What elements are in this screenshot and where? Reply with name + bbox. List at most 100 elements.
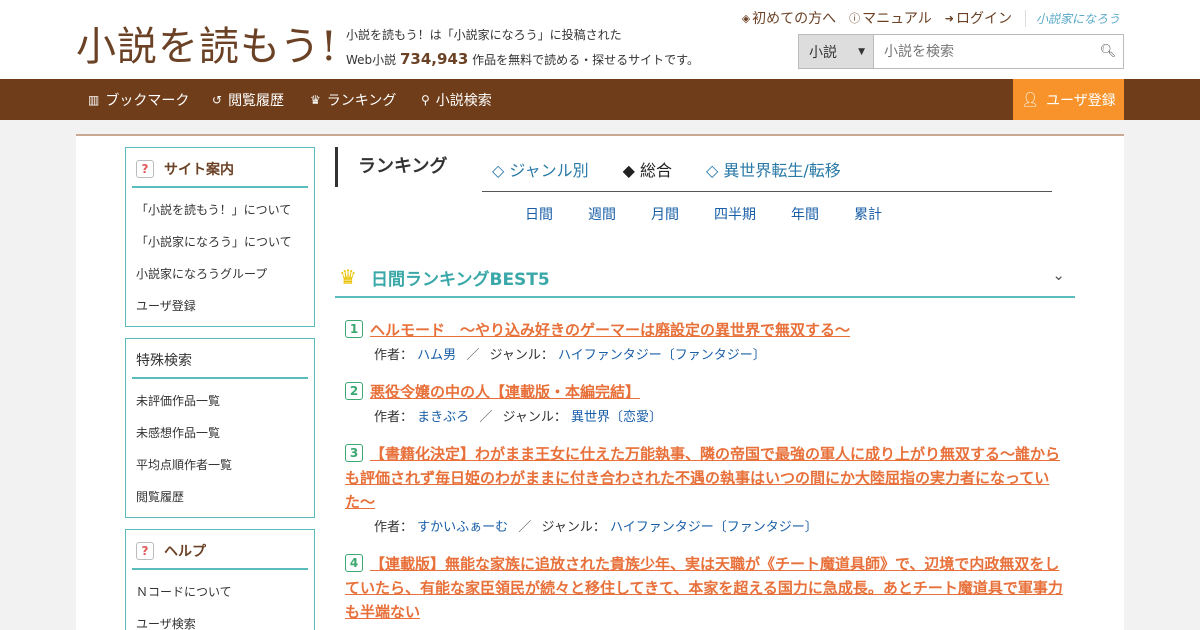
best5-title: 日間ランキングBEST5	[371, 269, 550, 290]
period-daily[interactable]: 日間	[525, 204, 553, 224]
author-link[interactable]: すかいふぁーむ	[417, 520, 508, 535]
site-guide-title-text: サイト案内	[164, 162, 234, 178]
main-nav: ▥ ブックマーク ↺ 閲覧履歴 ♛ ランキング ⚲ 小説検索 👤︎ ユーザ登録	[0, 79, 1200, 120]
tagline-line-2: Web小説 734,943 作品を無料で読める・探せるサイトです。	[346, 47, 699, 72]
nav-ranking-label: ランキング	[326, 92, 397, 109]
history-icon: ↺	[212, 92, 223, 107]
period-yearly[interactable]: 年間	[791, 204, 819, 224]
genre-label: ジャンル：	[541, 520, 606, 535]
rank-badge: 2	[345, 381, 363, 400]
chevron-down-icon[interactable]: ⌄	[1052, 266, 1065, 284]
user-icon: 👤︎	[1021, 91, 1040, 108]
top-links: ◈ 初めての方へ ⓘ マニュアル ➜ ログイン 小説家になろう	[742, 8, 1120, 28]
special-search-box: 特殊検索 未評価作品一覧 未感想作品一覧 平均点順作者一覧 閲覧履歴	[125, 338, 315, 518]
ranking-item: 4 【連載版】無能な家族に追放された貴族少年、実は天職が《チート魔道具師》で、辺境…	[345, 552, 1067, 624]
search-icon: ⚲	[421, 92, 430, 107]
genre-link[interactable]: ハイファンタジー〔ファンタジー〕	[558, 348, 766, 363]
manual-label: マニュアル	[862, 11, 932, 27]
special-search-item[interactable]: 平均点順作者一覧	[136, 449, 314, 481]
site-logo[interactable]: 小説を読もう!	[76, 14, 338, 72]
login-label: ログイン	[955, 11, 1012, 27]
tagline-line-1: 小説を読もう！は「小説家になろう」に投稿された	[346, 28, 622, 42]
period-monthly[interactable]: 月間	[651, 204, 679, 224]
search-type-select[interactable]: 小説 ▼	[799, 35, 874, 68]
help-item[interactable]: Ｎコードについて	[136, 576, 314, 608]
author-label: 作者：	[374, 348, 414, 363]
nav-history-label: 閲覧履歴	[228, 92, 285, 109]
help-list: Ｎコードについて ユーザ検索	[126, 570, 314, 630]
tab-isekai[interactable]: ◇ 異世界転生/転移	[706, 157, 841, 181]
nav-search[interactable]: ⚲ 小説検索	[421, 79, 492, 120]
manual-link[interactable]: ⓘ マニュアル	[849, 8, 932, 28]
search-type-value: 小説	[809, 44, 837, 61]
question-icon: ?	[136, 542, 154, 560]
help-title: ? ヘルプ	[132, 538, 308, 570]
login-link[interactable]: ➜ ログイン	[945, 8, 1012, 28]
special-search-item[interactable]: 閲覧履歴	[136, 481, 314, 513]
site-guide-item[interactable]: 「小説家になろう」について	[136, 226, 314, 258]
rank-badge: 1	[345, 319, 363, 338]
site-tagline: 小説を読もう！は「小説家になろう」に投稿された Web小説 734,943 作品…	[346, 23, 699, 72]
help-item[interactable]: ユーザ検索	[136, 608, 314, 630]
period-total[interactable]: 累計	[854, 204, 882, 224]
author-link[interactable]: ハム男	[417, 348, 456, 363]
genre-link[interactable]: ハイファンタジー〔ファンタジー〕	[610, 520, 818, 535]
novel-meta: 作者： まきぶろ ／ ジャンル： 異世界〔恋愛〕	[374, 406, 1067, 425]
author-label: 作者：	[374, 410, 414, 425]
author-link[interactable]: まきぶろ	[417, 410, 469, 425]
register-button[interactable]: 👤︎ ユーザ登録	[1013, 79, 1124, 120]
site-guide-item[interactable]: 小説家になろうグループ	[136, 258, 314, 290]
genre-label: ジャンル：	[502, 410, 567, 425]
nav-bookmark[interactable]: ▥ ブックマーク	[88, 79, 189, 120]
search-button[interactable]: 🔍︎	[1093, 35, 1123, 68]
ranking-item: 1 ヘルモード ～やり込み好きのゲーマーは廃設定の異世界で無双する～ 作者： ハム…	[345, 318, 1067, 363]
rank-badge: 4	[345, 553, 363, 572]
crown-icon: ♛	[310, 92, 321, 107]
help-title-text: ヘルプ	[164, 544, 206, 560]
novel-title-link[interactable]: 【連載版】無能な家族に追放された貴族少年、実は天職が《チート魔道具師》で、辺境で…	[345, 555, 1063, 621]
site-guide-box: ? サイト案内 「小説を読もう！」について 「小説家になろう」について 小説家に…	[125, 147, 315, 327]
crown-icon: ♛	[339, 265, 357, 289]
help-box: ? ヘルプ Ｎコードについて ユーザ検索	[125, 529, 315, 630]
meta-separator: ／	[479, 410, 493, 425]
tab-genre[interactable]: ◇ ジャンル別	[492, 157, 589, 181]
meta-separator: ／	[518, 520, 532, 535]
site-header: 小説を読もう! 小説を読もう！は「小説家になろう」に投稿された Web小説 73…	[0, 0, 1200, 79]
ranking-item: 2 悪役令嬢の中の人【連載版・本編完結】 作者： まきぶろ ／ ジャンル： 異世界…	[345, 380, 1067, 425]
period-tabs: 日間 週間 月間 四半期 年間 累計	[525, 204, 917, 224]
login-icon: ➜	[944, 11, 954, 25]
register-label: ユーザ登録	[1046, 92, 1116, 109]
special-search-item[interactable]: 未感想作品一覧	[136, 417, 314, 449]
question-icon: ?	[136, 160, 154, 178]
novel-meta: 作者： ハム男 ／ ジャンル： ハイファンタジー〔ファンタジー〕	[374, 344, 1067, 363]
genre-link[interactable]: 異世界〔恋愛〕	[571, 410, 662, 425]
tab-overall[interactable]: ◆ 総合	[623, 157, 672, 181]
search-bar: 小説 ▼ 🔍︎	[798, 34, 1124, 69]
question-circle-icon: ⓘ	[849, 12, 861, 25]
shield-icon: ◈	[741, 11, 751, 25]
nav-search-label: 小説検索	[435, 92, 492, 109]
ranking-title: ランキング	[358, 156, 448, 177]
novel-meta: 作者： すかいふぁーむ ／ ジャンル： ハイファンタジー〔ファンタジー〕	[374, 516, 1067, 535]
nav-ranking[interactable]: ♛ ランキング	[310, 79, 396, 120]
novel-title-link[interactable]: ヘルモード ～やり込み好きのゲーマーは廃設定の異世界で無双する～	[370, 321, 850, 339]
tagline-suffix: 作品を無料で読める・探せるサイトです。	[472, 53, 699, 67]
narou-logo[interactable]: 小説家になろう	[1024, 9, 1120, 27]
ranking-header: ランキング	[335, 147, 447, 187]
special-search-title: 特殊検索	[132, 347, 308, 379]
beginner-link[interactable]: ◈ 初めての方へ	[742, 8, 836, 28]
special-search-item[interactable]: 未評価作品一覧	[136, 385, 314, 417]
search-input[interactable]	[874, 35, 1093, 68]
period-quarterly[interactable]: 四半期	[714, 204, 756, 224]
site-guide-item[interactable]: 「小説を読もう！」について	[136, 194, 314, 226]
nav-history[interactable]: ↺ 閲覧履歴	[212, 79, 284, 120]
special-search-list: 未評価作品一覧 未感想作品一覧 平均点順作者一覧 閲覧履歴	[126, 379, 314, 517]
site-guide-item[interactable]: ユーザ登録	[136, 290, 314, 322]
novel-title-link[interactable]: 【書籍化決定】わがまま王女に仕えた万能執事、隣の帝国で最強の軍人に成り上がり無双…	[345, 445, 1060, 511]
period-weekly[interactable]: 週間	[588, 204, 616, 224]
best5-header[interactable]: ♛ 日間ランキングBEST5 ⌄	[335, 258, 1075, 298]
rank-badge: 3	[345, 443, 363, 462]
ranking-tabs: ◇ ジャンル別 ◆ 総合 ◇ 異世界転生/転移	[482, 147, 1052, 192]
bookmark-icon: ▥	[88, 92, 100, 107]
novel-title-link[interactable]: 悪役令嬢の中の人【連載版・本編完結】	[370, 383, 640, 401]
